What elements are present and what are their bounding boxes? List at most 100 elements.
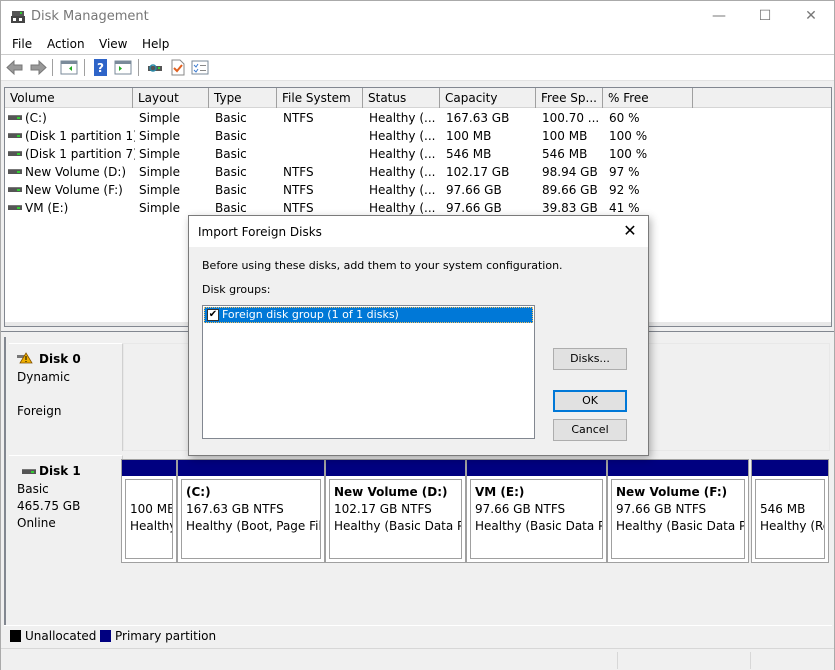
cell-status: Healthy (... bbox=[369, 183, 436, 197]
minimize-button[interactable]: — bbox=[696, 1, 742, 31]
disk-group-checkbox[interactable]: ✔ bbox=[207, 309, 219, 321]
disk-icon bbox=[22, 469, 36, 474]
cell-free: 89.66 GB bbox=[542, 183, 598, 197]
cell-fs: NTFS bbox=[283, 165, 314, 179]
cell-status: Healthy (... bbox=[369, 147, 436, 161]
volume-row[interactable]: (Disk 1 partition 1) Simple Basic Healthy (… bbox=[5, 127, 831, 145]
disk-management-window: Disk Management — ☐ ✕ File Action View H… bbox=[0, 0, 835, 670]
cell-fs: NTFS bbox=[283, 111, 314, 125]
show-hide-console-tree-icon[interactable] bbox=[60, 59, 78, 76]
partition-name: New Volume (F:) bbox=[616, 485, 728, 499]
partition-status: Healthy (Boot, Page File bbox=[186, 519, 321, 533]
column-header-type[interactable]: Type bbox=[209, 88, 277, 108]
cell-pct: 100 % bbox=[609, 147, 648, 161]
cell-layout: Simple bbox=[139, 147, 180, 161]
column-header-volume[interactable]: Volume bbox=[5, 88, 133, 108]
column-header-layout[interactable]: Layout bbox=[133, 88, 209, 108]
volume-row[interactable]: New Volume (F:) Simple Basic NTFS Healthy (.… bbox=[5, 181, 831, 199]
dialog-title-bar: Import Foreign Disks ✕ bbox=[189, 216, 648, 247]
show-hide-action-pane-icon[interactable] bbox=[114, 59, 132, 76]
partition-block[interactable]: 100 MB Healthy bbox=[121, 459, 177, 563]
partition-size: 167.63 GB NTFS bbox=[186, 502, 284, 516]
cell-capacity: 102.17 GB bbox=[446, 165, 510, 179]
cell-pct: 92 % bbox=[609, 183, 640, 197]
column-header-status[interactable]: Status bbox=[363, 88, 440, 108]
partition-color-bar bbox=[467, 460, 606, 476]
toolbar-separator bbox=[138, 59, 139, 76]
cell-fs bbox=[283, 145, 363, 163]
cell-status: Healthy (... bbox=[369, 111, 436, 125]
cell-layout: Simple bbox=[139, 183, 180, 197]
menu-view[interactable]: View bbox=[99, 37, 127, 51]
cell-capacity: 97.66 GB bbox=[446, 183, 502, 197]
cell-type: Basic bbox=[215, 111, 247, 125]
partition-status: Healthy bbox=[130, 519, 173, 533]
cell-layout: Simple bbox=[139, 129, 180, 143]
partition-color-bar bbox=[326, 460, 465, 476]
dialog-title: Import Foreign Disks bbox=[198, 225, 322, 239]
column-header-filler bbox=[693, 88, 831, 108]
cell-type: Basic bbox=[215, 147, 247, 161]
disk-0-type: Dynamic bbox=[17, 370, 70, 384]
partition-block[interactable]: New Volume (F:) 97.66 GB NTFS Healthy (Bas… bbox=[607, 459, 749, 563]
cell-volume: (C:) bbox=[25, 111, 47, 125]
menu-action[interactable]: Action bbox=[47, 37, 85, 51]
partition-size: 102.17 GB NTFS bbox=[334, 502, 432, 516]
volume-row[interactable]: (Disk 1 partition 7) Simple Basic Healthy (… bbox=[5, 145, 831, 163]
column-header-capacity[interactable]: Capacity bbox=[440, 88, 536, 108]
volume-row[interactable]: New Volume (D:) Simple Basic NTFS Healthy (.… bbox=[5, 163, 831, 181]
cancel-button[interactable]: Cancel bbox=[553, 419, 627, 441]
close-button[interactable]: ✕ bbox=[788, 1, 834, 31]
partition-status: Healthy (Basic Data Pa bbox=[616, 519, 745, 533]
cell-status: Healthy (... bbox=[369, 129, 436, 143]
legend-primary-partition: Primary partition bbox=[115, 629, 217, 643]
partition-color-bar bbox=[178, 460, 324, 476]
legend-swatch-primary bbox=[100, 630, 111, 642]
partition-block[interactable]: (C:) 167.63 GB NTFS Healthy (Boot, Page Fi… bbox=[177, 459, 325, 563]
ok-button[interactable]: OK bbox=[553, 390, 627, 412]
volume-row[interactable]: (C:) Simple Basic NTFS Healthy (... 167.63 GB… bbox=[5, 109, 831, 127]
cell-volume: (Disk 1 partition 7) bbox=[25, 147, 135, 161]
cell-pct: 60 % bbox=[609, 111, 640, 125]
cell-free: 100.70 ... bbox=[542, 111, 600, 125]
menu-file[interactable]: File bbox=[12, 37, 32, 51]
partition-details: New Volume (D:) 102.17 GB NTFS Healthy (Ba… bbox=[329, 479, 462, 559]
maximize-button[interactable]: ☐ bbox=[742, 1, 788, 31]
disk-group-item[interactable]: ✔ Foreign disk group (1 of 1 disks) bbox=[204, 307, 533, 323]
disks-button[interactable]: Disks... bbox=[553, 348, 627, 370]
partition-size: 97.66 GB NTFS bbox=[475, 502, 566, 516]
disk-1-label[interactable]: Disk 1 Basic 465.75 GB Online bbox=[9, 455, 123, 563]
toolbar-separator bbox=[52, 59, 53, 76]
partition-block[interactable]: VM (E:) 97.66 GB NTFS Healthy (Basic Data … bbox=[466, 459, 607, 563]
dialog-close-button[interactable]: ✕ bbox=[618, 220, 642, 242]
disk-0-label[interactable]: Disk 0 Dynamic Foreign bbox=[9, 343, 123, 451]
volume-icon bbox=[8, 115, 22, 120]
toolbar-separator bbox=[84, 59, 85, 76]
column-header-file-system[interactable]: File System bbox=[277, 88, 363, 108]
partition-block[interactable]: New Volume (D:) 102.17 GB NTFS Healthy (Ba… bbox=[325, 459, 466, 563]
cell-type: Basic bbox=[215, 129, 247, 143]
properties-icon[interactable] bbox=[169, 59, 187, 76]
column-header-percent-free[interactable]: % Free bbox=[603, 88, 693, 108]
forward-arrow-icon[interactable] bbox=[29, 59, 47, 76]
back-arrow-icon[interactable] bbox=[6, 59, 24, 76]
cell-volume: VM (E:) bbox=[25, 201, 69, 215]
cell-volume: New Volume (F:) bbox=[25, 183, 123, 197]
disk-1-status: Online bbox=[17, 516, 56, 530]
menu-help[interactable]: Help bbox=[142, 37, 169, 51]
partition-block[interactable]: 546 MB Healthy (Re bbox=[751, 459, 829, 563]
checklist-icon[interactable] bbox=[191, 59, 209, 76]
disk-1-size: 465.75 GB bbox=[17, 499, 81, 513]
connect-disk-icon[interactable] bbox=[146, 59, 164, 76]
column-header-free-space[interactable]: Free Sp... bbox=[536, 88, 603, 108]
partition-details: 546 MB Healthy (Re bbox=[755, 479, 825, 559]
status-separator bbox=[750, 652, 751, 669]
disk-management-app-icon bbox=[11, 11, 25, 23]
import-foreign-disks-dialog: Import Foreign Disks ✕ Before using thes… bbox=[188, 215, 649, 456]
legend: Unallocated Primary partition bbox=[4, 625, 832, 645]
legend-unallocated: Unallocated bbox=[25, 629, 97, 643]
disk-groups-list[interactable]: ✔ Foreign disk group (1 of 1 disks) bbox=[202, 305, 535, 439]
help-icon[interactable]: ? bbox=[92, 59, 110, 76]
volume-icon bbox=[8, 151, 22, 156]
disk-group-label: Foreign disk group (1 of 1 disks) bbox=[222, 308, 399, 321]
